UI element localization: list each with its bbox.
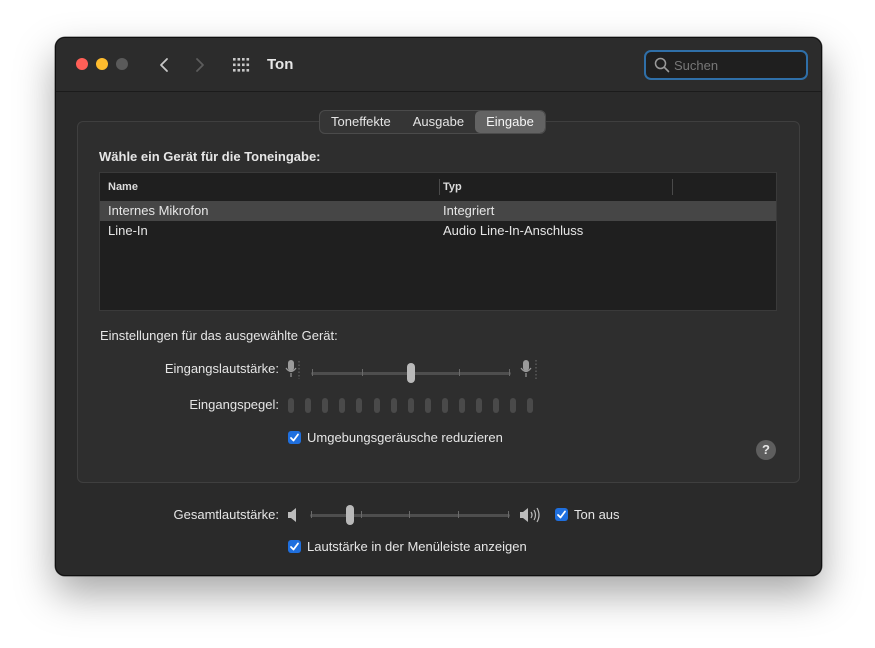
forward-button[interactable] xyxy=(190,54,210,76)
level-segment xyxy=(356,398,363,413)
level-segment xyxy=(441,398,448,413)
noise-reduction-checkbox[interactable] xyxy=(288,431,301,444)
search-input[interactable] xyxy=(674,55,799,75)
show-in-menubar-label[interactable]: Lautstärke in der Menüleiste anzeigen xyxy=(307,539,527,554)
minimize-window-button[interactable] xyxy=(96,58,108,70)
device-name: Line-In xyxy=(108,223,148,238)
column-divider xyxy=(439,179,440,195)
grid-icon xyxy=(233,58,250,72)
column-header-name[interactable]: Name xyxy=(108,181,138,193)
column-header-type[interactable]: Typ xyxy=(443,181,462,193)
input-device-table[interactable]: Name Typ Internes Mikrofon Integriert Li… xyxy=(99,172,777,311)
sound-preferences-window: Ton Toneffekte Ausgabe Eingabe Wähle ein… xyxy=(55,37,822,576)
table-header: Name Typ xyxy=(100,173,776,202)
level-segment xyxy=(476,398,483,413)
level-segment xyxy=(339,398,346,413)
checkmark-icon xyxy=(290,542,299,551)
slider-tick xyxy=(362,369,363,376)
show-in-menubar-checkbox[interactable] xyxy=(288,540,301,553)
slider-tick xyxy=(459,369,460,376)
back-button[interactable] xyxy=(154,54,174,76)
tab-toneffekte[interactable]: Toneffekte xyxy=(320,111,402,133)
slider-track xyxy=(310,514,510,517)
checkmark-icon xyxy=(290,433,299,442)
settings-section-title: Einstellungen für das ausgewählte Gerät: xyxy=(100,328,338,343)
chevron-left-icon xyxy=(160,58,168,72)
slider-tick xyxy=(361,511,362,518)
show-all-button[interactable] xyxy=(232,56,252,74)
speaker-low-icon xyxy=(288,508,296,522)
noise-reduction-label[interactable]: Umgebungsgeräusche reduzieren xyxy=(307,430,503,445)
help-button[interactable]: ? xyxy=(756,440,776,460)
slider-tick xyxy=(458,511,459,518)
zoom-window-button[interactable] xyxy=(116,58,128,70)
device-type: Audio Line-In-Anschluss xyxy=(443,223,584,238)
slider-tick xyxy=(312,369,313,376)
slider-tick xyxy=(409,511,410,518)
chevron-right-icon xyxy=(196,58,204,72)
device-section-title: Wähle ein Gerät für die Toneingabe: xyxy=(99,149,321,164)
tab-bar: Toneffekte Ausgabe Eingabe xyxy=(319,110,546,134)
input-level-label: Eingangspegel: xyxy=(189,397,279,412)
level-segment xyxy=(288,398,294,413)
microphone-high-icon xyxy=(520,360,537,380)
slider-tick xyxy=(508,511,509,518)
mute-label[interactable]: Ton aus xyxy=(574,507,620,522)
search-field[interactable] xyxy=(644,50,808,80)
level-segment xyxy=(510,398,517,413)
device-name: Internes Mikrofon xyxy=(108,203,209,218)
level-segment xyxy=(527,398,534,413)
checkmark-icon xyxy=(557,510,566,519)
mute-checkbox[interactable] xyxy=(555,508,568,521)
level-segment xyxy=(390,398,397,413)
level-segment xyxy=(493,398,500,413)
level-segment xyxy=(373,398,380,413)
slider-tick xyxy=(509,369,510,376)
output-volume-knob[interactable] xyxy=(346,505,354,525)
input-volume-knob[interactable] xyxy=(407,363,415,383)
speaker-high-icon xyxy=(520,507,540,523)
search-icon xyxy=(654,57,670,73)
titlebar: Ton xyxy=(56,38,821,92)
tab-ausgabe[interactable]: Ausgabe xyxy=(402,111,475,133)
device-type: Integriert xyxy=(443,203,495,218)
level-segment xyxy=(305,398,312,413)
microphone-low-icon xyxy=(285,360,300,379)
table-row[interactable]: Line-In Audio Line-In-Anschluss xyxy=(100,221,776,241)
level-segment xyxy=(459,398,465,413)
level-segment xyxy=(322,398,329,413)
input-volume-label: Eingangslautstärke: xyxy=(164,361,279,376)
tab-eingabe[interactable]: Eingabe xyxy=(475,111,545,133)
column-divider xyxy=(672,179,673,195)
level-segment xyxy=(407,398,414,413)
table-row[interactable]: Internes Mikrofon Integriert xyxy=(100,201,776,221)
close-window-button[interactable] xyxy=(76,58,88,70)
window-title: Ton xyxy=(267,56,294,73)
output-volume-label: Gesamtlautstärke: xyxy=(173,507,280,522)
slider-tick xyxy=(311,511,312,518)
level-segment xyxy=(424,398,431,413)
